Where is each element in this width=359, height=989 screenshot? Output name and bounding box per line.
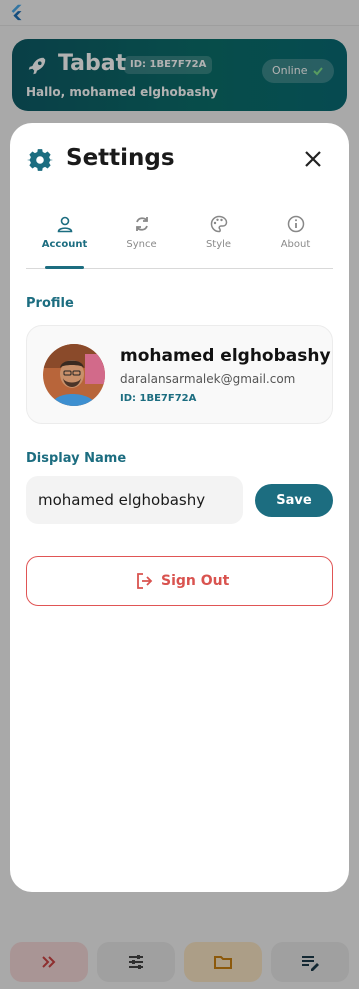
tab-label: About xyxy=(280,239,311,250)
close-icon[interactable] xyxy=(302,148,324,170)
tab-style[interactable]: Style xyxy=(180,213,257,269)
tab-label: Synce xyxy=(126,239,157,250)
dialog-title: Settings xyxy=(66,145,175,171)
profile-id: ID: 1BE7F72A xyxy=(120,393,197,404)
tab-label: Style xyxy=(205,239,232,250)
tab-account[interactable]: Account xyxy=(26,213,103,269)
sign-out-button[interactable]: Sign Out xyxy=(26,556,333,606)
sync-icon xyxy=(135,217,148,231)
profile-section-label: Profile xyxy=(26,296,74,311)
display-name-input[interactable] xyxy=(26,476,243,524)
sign-out-label: Sign Out xyxy=(161,573,230,589)
settings-tabs: Account Synce Style About xyxy=(26,213,333,269)
tab-about[interactable]: About xyxy=(257,213,334,269)
info-icon xyxy=(287,215,304,233)
settings-dialog: Settings Account Synce Style About Profi… xyxy=(10,123,349,892)
profile-name: mohamed elghobashy xyxy=(120,346,331,366)
save-button[interactable]: Save xyxy=(255,484,333,517)
avatar xyxy=(43,344,105,406)
palette-icon xyxy=(210,215,227,233)
tab-synce[interactable]: Synce xyxy=(103,213,180,269)
active-tab-indicator xyxy=(45,266,84,269)
person-icon xyxy=(57,216,72,233)
logout-icon xyxy=(137,573,153,589)
avatar-photo xyxy=(43,344,105,406)
display-name-label: Display Name xyxy=(26,451,127,466)
profile-card: mohamed elghobashy daralansarmalek@gmail… xyxy=(26,325,333,424)
gear-icon xyxy=(27,149,53,171)
profile-email: daralansarmalek@gmail.com xyxy=(120,372,296,386)
tab-label: Account xyxy=(41,239,88,250)
